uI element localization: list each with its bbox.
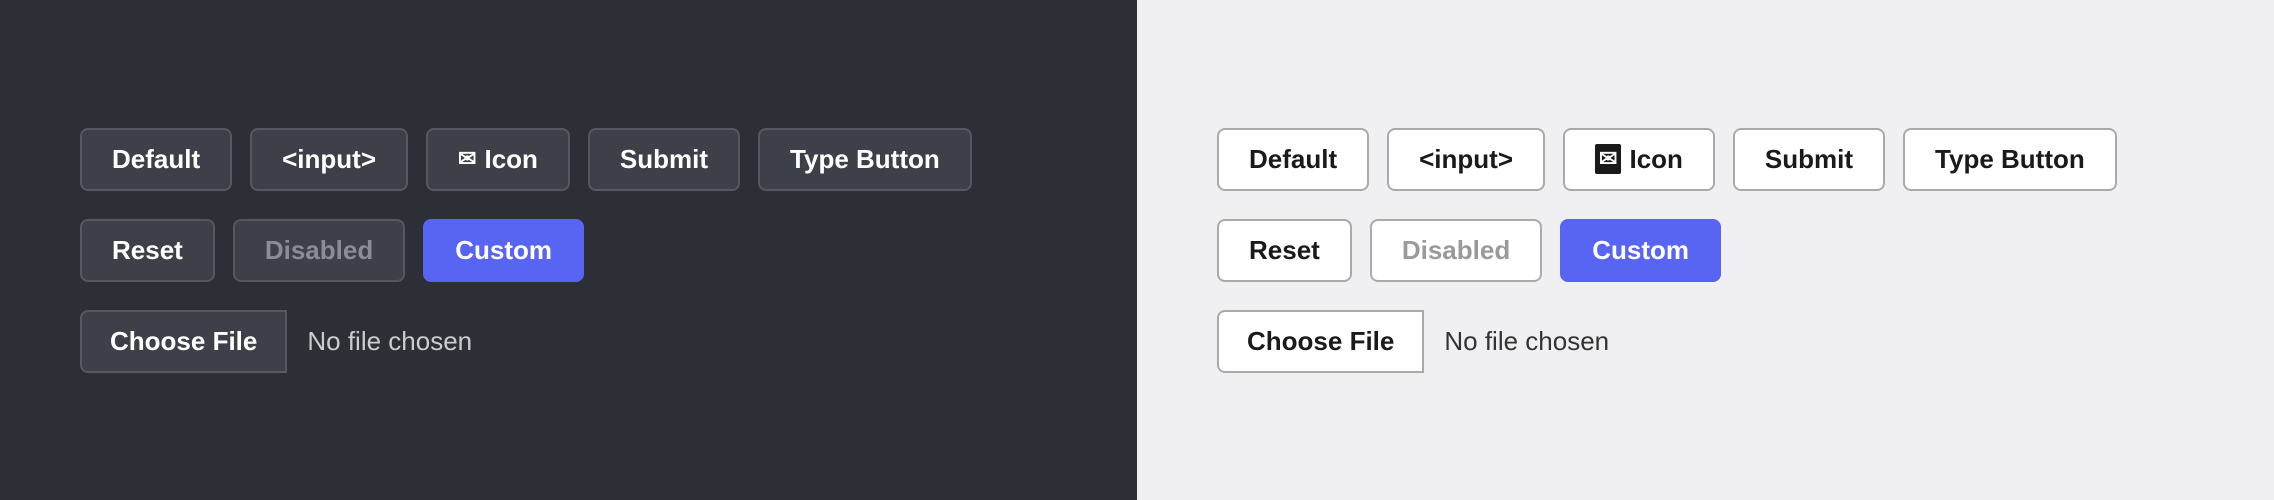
light-panel: Default <input> ✉ Icon Submit Type Butto… <box>1137 0 2274 500</box>
light-input-button[interactable]: <input> <box>1387 128 1545 191</box>
dark-panel: Default <input> ✉ Icon Submit Type Butto… <box>0 0 1137 500</box>
dark-icon-button[interactable]: ✉ Icon <box>426 128 570 191</box>
light-default-button[interactable]: Default <box>1217 128 1369 191</box>
dark-input-label: <input> <box>282 144 376 175</box>
light-icon-label: Icon <box>1629 144 1682 175</box>
light-file-input-wrapper: Choose File No file chosen <box>1217 310 1629 373</box>
dark-submit-label: Submit <box>620 144 708 175</box>
light-submit-label: Submit <box>1765 144 1853 175</box>
light-disabled-label: Disabled <box>1402 235 1510 266</box>
light-row-1: Default <input> ✉ Icon Submit Type Butto… <box>1217 128 2117 191</box>
light-no-file-text: No file chosen <box>1424 326 1629 357</box>
light-icon-button[interactable]: ✉ Icon <box>1563 128 1715 191</box>
dark-row-2: Reset Disabled Custom <box>80 219 584 282</box>
dark-reset-button[interactable]: Reset <box>80 219 215 282</box>
light-submit-button[interactable]: Submit <box>1733 128 1885 191</box>
dark-file-input-wrapper: Choose File No file chosen <box>80 310 492 373</box>
dark-type-button[interactable]: Type Button <box>758 128 972 191</box>
dark-input-button[interactable]: <input> <box>250 128 408 191</box>
envelope-icon-dark: ✉ <box>458 146 476 172</box>
light-default-label: Default <box>1249 144 1337 175</box>
light-reset-button[interactable]: Reset <box>1217 219 1352 282</box>
dark-disabled-button: Disabled <box>233 219 405 282</box>
light-choose-file-button[interactable]: Choose File <box>1217 310 1424 373</box>
light-disabled-button: Disabled <box>1370 219 1542 282</box>
light-input-label: <input> <box>1419 144 1513 175</box>
dark-default-label: Default <box>112 144 200 175</box>
dark-no-file-text: No file chosen <box>287 326 492 357</box>
dark-default-button[interactable]: Default <box>80 128 232 191</box>
dark-custom-button[interactable]: Custom <box>423 219 584 282</box>
light-row-2: Reset Disabled Custom <box>1217 219 1721 282</box>
light-reset-label: Reset <box>1249 235 1320 266</box>
dark-disabled-label: Disabled <box>265 235 373 266</box>
light-custom-button[interactable]: Custom <box>1560 219 1721 282</box>
light-type-button[interactable]: Type Button <box>1903 128 2117 191</box>
dark-reset-label: Reset <box>112 235 183 266</box>
envelope-icon-light: ✉ <box>1595 144 1621 174</box>
dark-row-1: Default <input> ✉ Icon Submit Type Butto… <box>80 128 972 191</box>
dark-choose-file-label: Choose File <box>110 326 257 356</box>
light-choose-file-label: Choose File <box>1247 326 1394 356</box>
dark-icon-label: Icon <box>484 144 537 175</box>
light-custom-label: Custom <box>1592 235 1689 266</box>
dark-submit-button[interactable]: Submit <box>588 128 740 191</box>
light-type-button-label: Type Button <box>1935 144 2085 175</box>
dark-type-button-label: Type Button <box>790 144 940 175</box>
dark-custom-label: Custom <box>455 235 552 266</box>
dark-choose-file-button[interactable]: Choose File <box>80 310 287 373</box>
